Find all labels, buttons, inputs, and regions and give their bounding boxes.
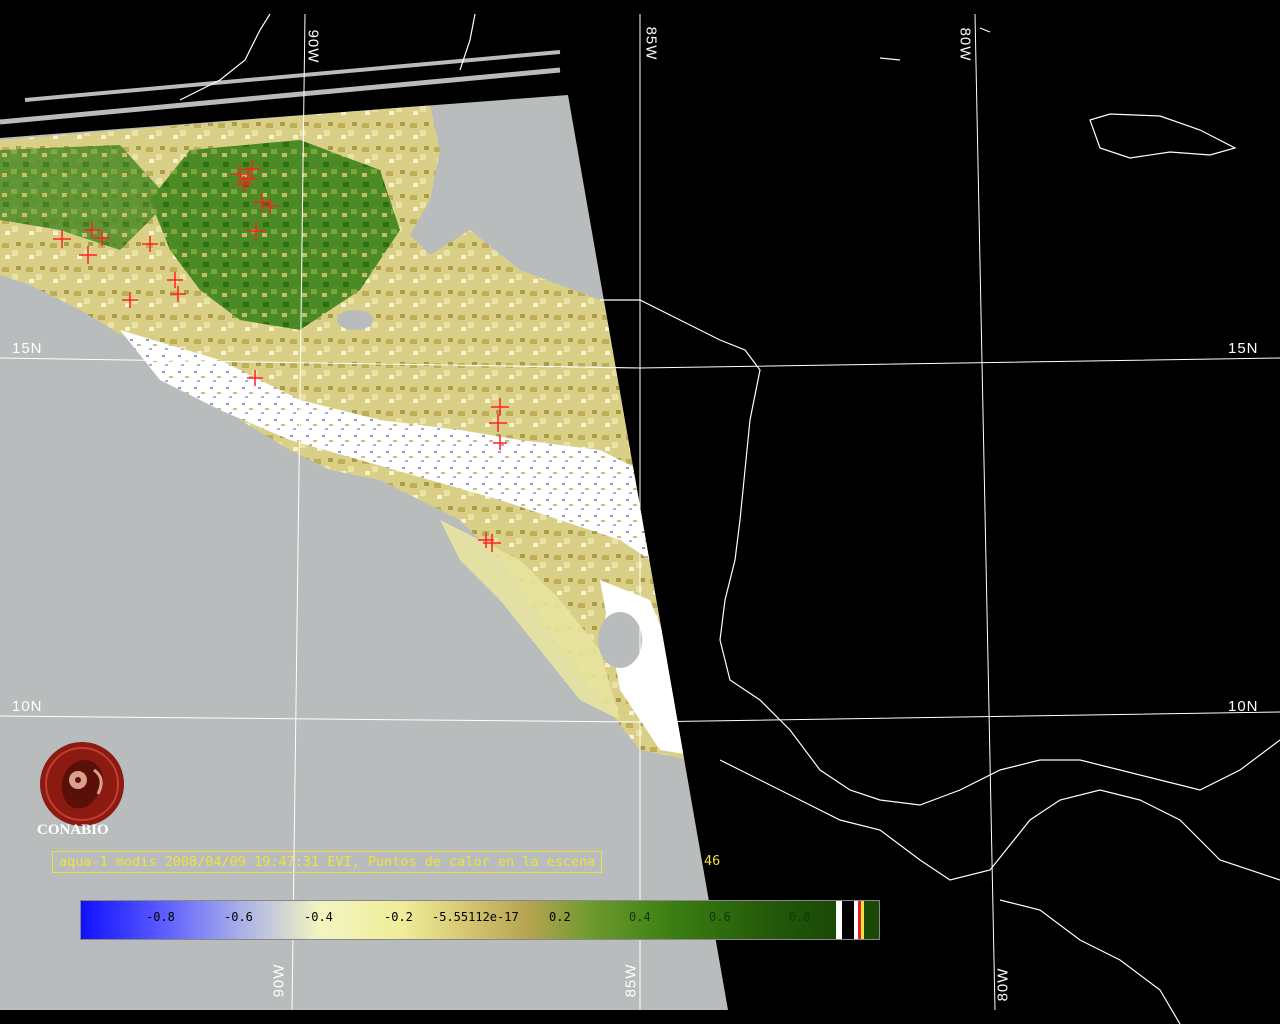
- fire-count: 46: [704, 853, 721, 869]
- colorbar-tick: -5.55112e-17: [432, 910, 519, 924]
- lon-label-bottom-85w: 85W: [622, 963, 640, 998]
- colorbar-black-band: [842, 901, 854, 939]
- colorbar-tick: -0.6: [224, 910, 253, 924]
- colorbar-yellow-band: [861, 901, 864, 939]
- lon-label-top-85w: 85W: [642, 26, 660, 61]
- lat-label-left-15n: 15N: [12, 340, 43, 357]
- logo-text: CONABIO: [37, 822, 109, 838]
- lon-label-top-90w: 90W: [304, 29, 322, 64]
- colorbar-tick: -0.8: [146, 910, 175, 924]
- colorbar-tick: 0.4: [629, 910, 651, 924]
- colorbar-tick: 0.2: [549, 910, 571, 924]
- lon-label-bottom-90w: 90W: [270, 963, 288, 998]
- colorbar-tick: -0.4: [304, 910, 333, 924]
- colorbar-tick: 0.8: [789, 910, 811, 924]
- lon-label-top-80w: 80W: [956, 27, 974, 62]
- colorbar-tick: 0.6: [709, 910, 731, 924]
- lat-label-right-15n: 15N: [1228, 340, 1259, 357]
- lon-label-bottom-80w: 80W: [994, 967, 1012, 1002]
- lat-label-right-10n: 10N: [1228, 698, 1259, 715]
- lat-label-left-10n: 10N: [12, 698, 43, 715]
- scene-caption: aqua-1 modis 2008/04/09 19:47:31 EVI, Pu…: [52, 851, 603, 873]
- colorbar-tick: -0.2: [384, 910, 413, 924]
